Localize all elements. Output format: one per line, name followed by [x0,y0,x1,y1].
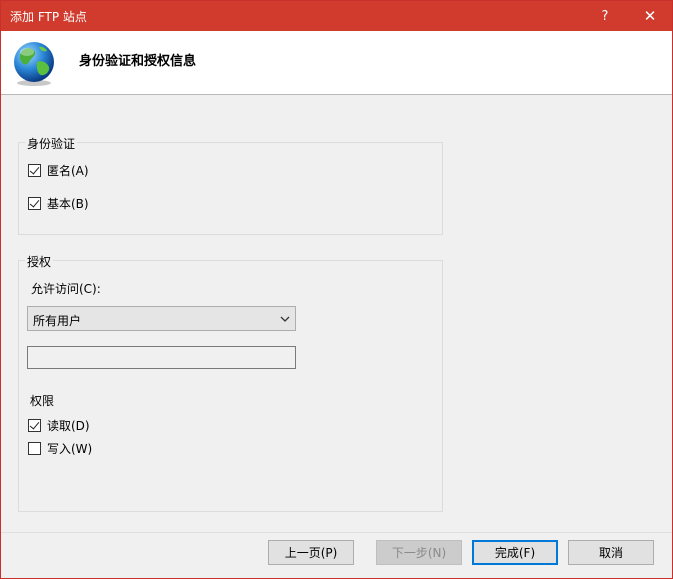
wizard-header: 身份验证和授权信息 [1,31,672,95]
previous-button[interactable]: 上一页(P) [268,540,354,565]
help-button[interactable]: ? [587,1,623,31]
basic-checkbox-box[interactable] [28,196,41,210]
chevron-down-icon [280,316,290,322]
cancel-button[interactable]: 取消 [568,540,654,565]
permissions-label: 权限 [30,394,55,408]
footer-divider [1,532,672,533]
authentication-group [18,142,443,235]
authorization-group-label: 授权 [25,253,54,270]
write-checkbox-label: 写入(W) [47,441,93,456]
write-checkbox-box[interactable] [28,441,41,455]
allow-access-dropdown[interactable]: 所有用户 [27,306,296,331]
window-title: 添加 FTP 站点 [10,10,87,24]
basic-checkbox-label: 基本(B) [47,196,89,211]
allow-access-selected-value: 所有用户 [33,314,82,328]
read-checkbox-label: 读取(D) [47,418,90,433]
anonymous-checkbox-box[interactable] [28,163,41,177]
anonymous-checkbox[interactable]: 匿名(A) [28,162,89,178]
ftp-wizard-window: 添加 FTP 站点 ? ✕ 身份验证和授权信息 身份验证 匿名(A) 基本(B)… [0,0,673,579]
globe-icon [14,42,54,86]
close-button[interactable]: ✕ [632,1,668,31]
allow-access-label: 允许访问(C): [31,282,101,296]
user-role-input[interactable] [27,346,296,369]
authorization-group [18,260,443,512]
read-checkbox-box[interactable] [28,418,41,432]
next-button[interactable]: 下一步(N) [376,540,462,565]
write-checkbox[interactable]: 写入(W) [28,440,92,456]
read-checkbox[interactable]: 读取(D) [28,417,90,433]
basic-checkbox[interactable]: 基本(B) [28,195,89,211]
finish-button[interactable]: 完成(F) [472,540,558,565]
authentication-group-label: 身份验证 [25,135,78,152]
anonymous-checkbox-label: 匿名(A) [47,163,89,178]
page-title: 身份验证和授权信息 [79,54,197,69]
title-bar[interactable]: 添加 FTP 站点 ? ✕ [1,1,672,31]
